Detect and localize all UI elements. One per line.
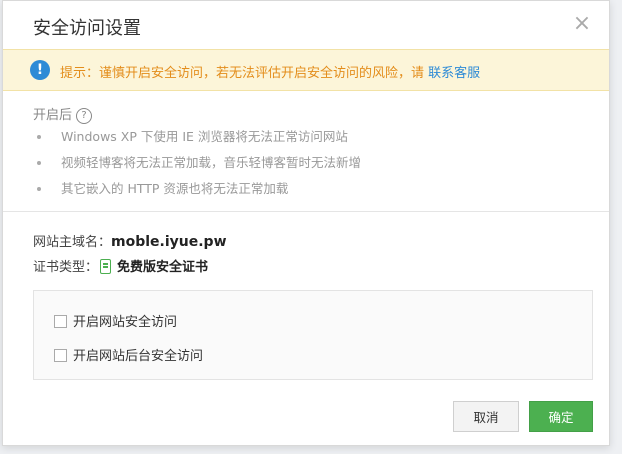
notice-text: 提示：谨慎开启安全访问，若无法评估开启安全访问的风险，请 联系客服 [60,62,480,81]
certificate-row: 证书类型： 免费版安全证书 [33,256,208,275]
help-icon[interactable]: ? [76,108,93,124]
consequence-list: Windows XP 下使用 IE 浏览器将无法正常访问网站 视频轻博客将无法正… [35,127,361,205]
notice-banner: ! 提示：谨慎开启安全访问，若无法评估开启安全访问的风险，请 联系客服 [3,49,609,91]
site-https-checkbox[interactable] [54,315,67,328]
list-item: 视频轻博客将无法正常加载，音乐轻博客暂时无法新增 [35,153,361,179]
domain-value: moble.iyue.pw [111,234,227,250]
close-icon[interactable]: × [571,13,593,35]
enable-admin-https-option[interactable]: 开启网站后台安全访问 [54,345,203,364]
dialog-title: 安全访问设置 [33,18,141,39]
domain-label: 网站主域名： [33,235,112,250]
certificate-label: 证书类型： [33,260,99,275]
info-title: 开启后? [33,104,93,124]
list-item: Windows XP 下使用 IE 浏览器将无法正常访问网站 [35,127,361,153]
divider [3,211,609,212]
notice-message: 提示：谨慎开启安全访问，若无法评估开启安全访问的风险，请 [60,66,429,81]
contact-support-link[interactable]: 联系客服 [428,66,480,81]
certificate-value: 免费版安全证书 [117,260,209,275]
info-icon: ! [30,60,50,80]
options-panel: 开启网站安全访问 开启网站后台安全访问 [33,290,593,380]
site-https-label: 开启网站安全访问 [73,315,178,330]
info-title-label: 开启后 [33,108,73,123]
security-settings-dialog: 安全访问设置 × ! 提示：谨慎开启安全访问，若无法评估开启安全访问的风险，请 … [2,0,610,446]
admin-https-checkbox[interactable] [54,349,67,362]
admin-https-label: 开启网站后台安全访问 [73,349,204,364]
certificate-icon [100,259,112,274]
confirm-button[interactable]: 确定 [529,401,593,432]
cancel-button[interactable]: 取消 [453,401,519,432]
enable-site-https-option[interactable]: 开启网站安全访问 [54,311,177,330]
list-item: 其它嵌入的 HTTP 资源也将无法正常加载 [35,179,361,205]
domain-row: 网站主域名：moble.iyue.pw [33,231,227,250]
